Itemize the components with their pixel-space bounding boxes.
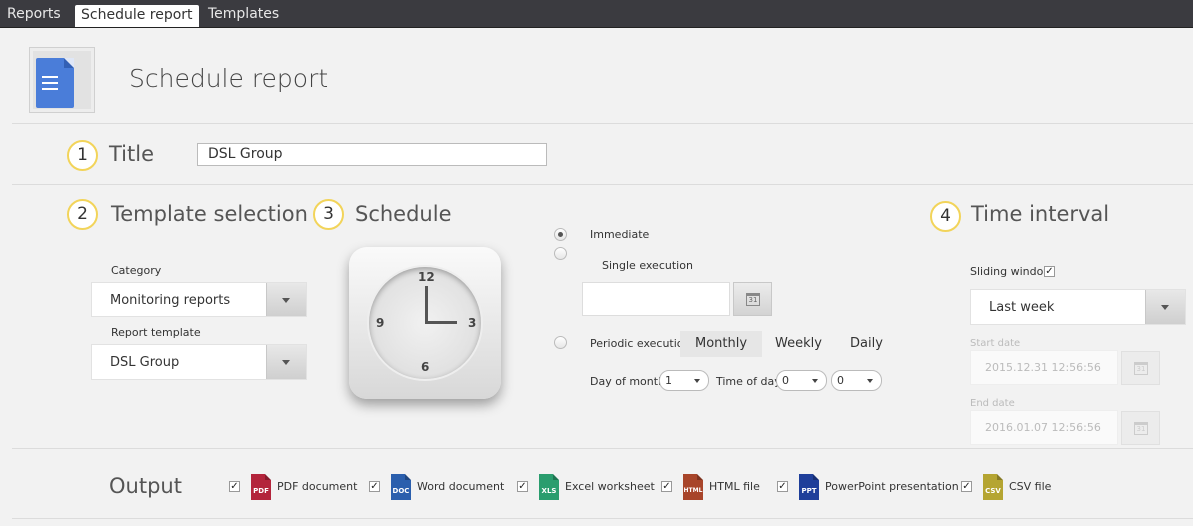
tab-daily[interactable]: Daily [835, 331, 898, 357]
section-template-label: Template selection [111, 202, 308, 226]
clock-hour-hand [425, 286, 428, 324]
clock-number-6: 6 [421, 360, 430, 374]
minute-select[interactable]: 0 [831, 370, 882, 391]
top-tab-bar: Reports Schedule report Templates [0, 0, 1193, 28]
clock-number-3: 3 [468, 316, 477, 330]
csv-label: CSV file [1009, 480, 1052, 493]
day-of-month-select[interactable]: 1 [659, 370, 709, 391]
html-label: HTML file [709, 480, 760, 493]
powerpoint-checkbox[interactable]: ✓ [777, 481, 788, 492]
chevron-down-icon[interactable] [266, 345, 306, 379]
step-number-1: 1 [67, 140, 98, 171]
title-input[interactable]: DSL Group [197, 143, 547, 166]
immediate-radio[interactable] [554, 228, 567, 241]
category-select[interactable]: Monitoring reports [91, 282, 307, 317]
tab-monthly[interactable]: Monthly [680, 331, 763, 357]
time-window-value: Last week [989, 300, 1055, 315]
category-value: Monitoring reports [110, 293, 231, 308]
word-checkbox[interactable]: ✓ [369, 481, 380, 492]
clock-number-12: 12 [418, 270, 435, 284]
clock-icon: 12 3 6 9 [349, 247, 501, 399]
tab-templates[interactable]: Templates [202, 4, 285, 24]
document-icon [29, 47, 95, 113]
excel-icon: XLS [539, 474, 559, 500]
end-date-label: End date [970, 398, 1015, 409]
single-execution-label: Single execution [602, 259, 693, 272]
chevron-down-icon[interactable] [266, 283, 306, 316]
time-window-select[interactable]: Last week [970, 289, 1186, 325]
immediate-label: Immediate [590, 228, 650, 241]
html-icon: HTML [683, 474, 703, 500]
word-label: Word document [417, 480, 505, 493]
start-date-input[interactable]: 2015.12.31 12:56:56 [970, 350, 1118, 385]
category-label: Category [111, 264, 162, 277]
section-schedule-label: Schedule [355, 202, 452, 226]
periodic-execution-radio[interactable] [554, 336, 567, 349]
step-number-4: 4 [930, 201, 961, 232]
calendar-icon: 31 [746, 293, 760, 306]
chevron-down-icon[interactable] [1145, 290, 1185, 324]
tab-reports[interactable]: Reports [1, 4, 67, 24]
start-date-calendar-button[interactable]: 31 [1121, 351, 1160, 385]
pdf-label: PDF document [277, 480, 358, 493]
hour-select[interactable]: 0 [776, 370, 827, 391]
tab-weekly[interactable]: Weekly [760, 331, 837, 357]
report-template-label: Report template [111, 326, 201, 339]
end-date-calendar-button[interactable]: 31 [1121, 411, 1160, 445]
day-of-month-label: Day of month [590, 375, 666, 388]
csv-icon: CSV [983, 474, 1003, 500]
periodic-execution-label: Periodic execution [590, 337, 691, 350]
single-execution-radio[interactable] [554, 247, 567, 260]
section-title-label: Title [109, 142, 155, 166]
section-time-interval-label: Time interval [971, 202, 1110, 226]
tab-schedule-report[interactable]: Schedule report [75, 5, 199, 27]
calendar-button[interactable]: 31 [733, 282, 772, 316]
powerpoint-icon: PPT [799, 474, 819, 500]
word-icon: DOC [391, 474, 411, 500]
time-of-day-label: Time of day [716, 375, 781, 388]
output-label: Output [109, 474, 182, 498]
report-template-value: DSL Group [110, 355, 180, 370]
excel-label: Excel worksheet [565, 480, 655, 493]
divider [12, 184, 1193, 185]
excel-checkbox[interactable]: ✓ [517, 481, 528, 492]
divider [12, 518, 1193, 519]
calendar-icon: 31 [1134, 422, 1148, 435]
html-checkbox[interactable]: ✓ [661, 481, 672, 492]
clock-number-9: 9 [376, 316, 385, 330]
calendar-icon: 31 [1134, 362, 1148, 375]
report-template-select[interactable]: DSL Group [91, 344, 307, 380]
sliding-window-label: Sliding window [970, 265, 1053, 278]
step-number-2: 2 [67, 199, 98, 230]
step-number-3: 3 [313, 199, 344, 230]
csv-checkbox[interactable]: ✓ [961, 481, 972, 492]
sliding-window-checkbox[interactable]: ✓ [1044, 266, 1055, 277]
single-execution-date-input[interactable] [582, 282, 730, 316]
pdf-icon: PDF [251, 474, 271, 500]
end-date-input[interactable]: 2016.01.07 12:56:56 [970, 410, 1118, 445]
pdf-checkbox[interactable]: ✓ [229, 481, 240, 492]
divider [12, 448, 1193, 449]
powerpoint-label: PowerPoint presentation [825, 480, 959, 493]
start-date-label: Start date [970, 338, 1021, 349]
divider [12, 123, 1193, 124]
page-title: Schedule report [129, 64, 329, 93]
clock-minute-hand [427, 321, 457, 324]
